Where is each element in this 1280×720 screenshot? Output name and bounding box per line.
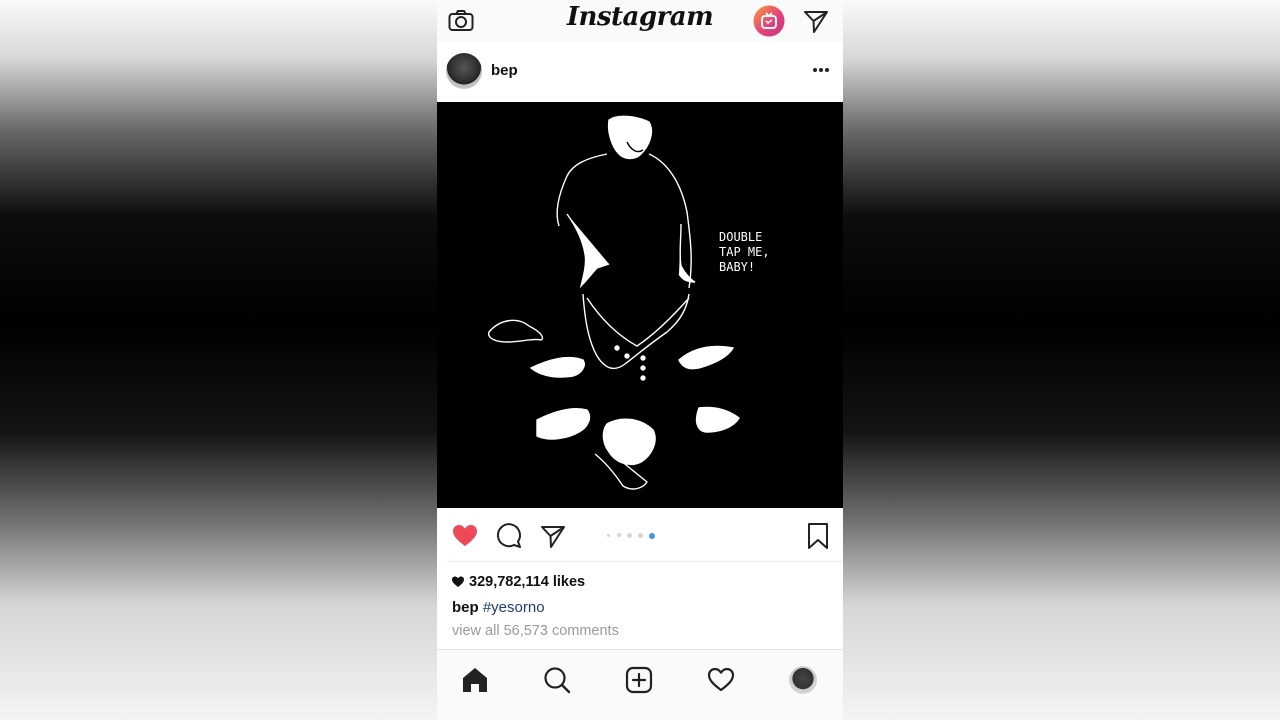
image-text: DOUBLE TAP ME, BABY! — [719, 230, 770, 274]
bookmark-icon[interactable] — [805, 522, 833, 550]
illustration — [488, 115, 740, 490]
view-comments-link[interactable]: view all 56,573 comments — [452, 623, 619, 639]
caption-hashtag[interactable]: #yesorno — [483, 599, 545, 616]
direct-message-icon[interactable] — [802, 7, 830, 35]
background-blur-left — [0, 0, 437, 720]
likes-count[interactable]: 329,782,114 likes — [451, 574, 585, 590]
carousel-dot — [617, 533, 621, 537]
more-options-icon[interactable] — [810, 60, 832, 80]
background-blur-right — [843, 0, 1280, 720]
carousel-dot — [627, 533, 632, 538]
carousel-dot — [638, 533, 643, 538]
search-icon[interactable] — [542, 665, 572, 695]
post-image[interactable]: DOUBLE TAP ME, BABY! — [437, 102, 843, 508]
bottom-navigation — [437, 649, 843, 720]
likes-heart-icon — [452, 576, 464, 587]
share-icon[interactable] — [539, 522, 567, 550]
phone-screen: Instagram bep DOUBLE TAP ME, BABY! 329,7… — [437, 0, 843, 720]
add-post-icon[interactable] — [624, 665, 654, 695]
igtv-icon[interactable] — [753, 5, 785, 37]
post-actions — [447, 508, 843, 562]
likes-text: 329,782,114 likes — [469, 574, 586, 590]
like-heart-icon[interactable] — [451, 522, 479, 550]
post-author-username[interactable]: bep — [491, 62, 518, 79]
post-caption: bep #yesorno — [452, 599, 545, 616]
caption-username[interactable]: bep — [452, 599, 479, 616]
carousel-dot — [607, 534, 610, 537]
post-header: bep — [437, 42, 843, 102]
post-author-avatar[interactable] — [446, 53, 482, 89]
profile-avatar[interactable] — [789, 666, 817, 694]
top-bar: Instagram — [437, 0, 843, 43]
home-icon[interactable] — [460, 665, 490, 695]
activity-heart-icon[interactable] — [706, 665, 736, 695]
carousel-dot-active — [649, 532, 655, 539]
comment-icon[interactable] — [495, 522, 523, 550]
